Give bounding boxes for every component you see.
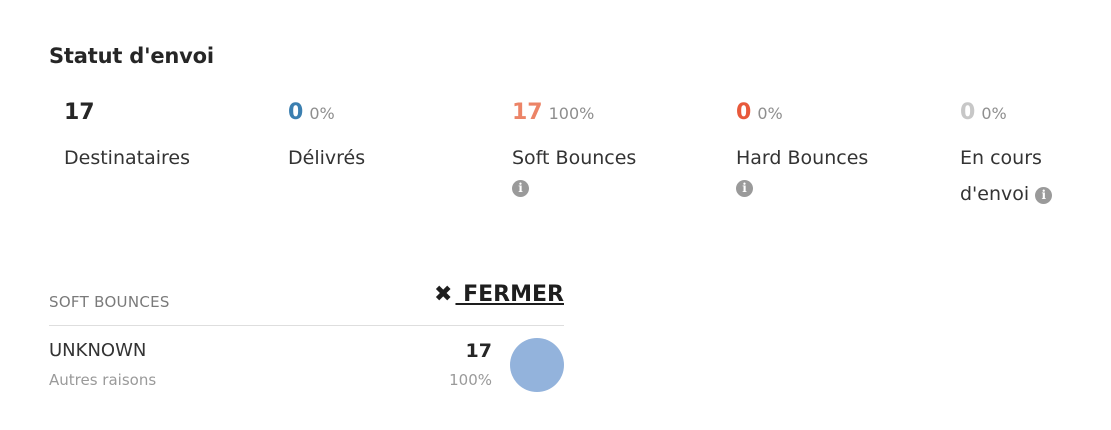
reason-name: UNKNOWN	[49, 340, 147, 361]
stat-soft-bounces[interactable]: 17 100% Soft Bounces i	[512, 100, 732, 197]
stat-value: 17	[512, 100, 543, 125]
reason-description: Autres raisons	[49, 371, 157, 389]
bounce-details-header: SOFT BOUNCES ✖ FERMER	[49, 282, 564, 326]
reason-color-dot	[510, 338, 564, 392]
stat-in-progress: 0 0% En cours d'envoi i	[960, 100, 1100, 212]
stat-value: 17	[64, 100, 95, 125]
reason-count: 17	[465, 340, 492, 362]
bounce-details-title: SOFT BOUNCES	[49, 293, 170, 311]
info-circle-icon[interactable]: i	[1035, 187, 1053, 204]
info-circle-icon[interactable]: i	[512, 180, 529, 197]
stat-value: 0	[960, 100, 976, 125]
stat-value: 0	[288, 100, 304, 125]
close-icon: ✖	[434, 282, 453, 307]
stat-label: Soft Bounces	[512, 147, 637, 169]
stat-percent: 100%	[548, 104, 595, 123]
stat-value: 0	[736, 100, 752, 125]
close-button[interactable]: ✖ FERMER	[434, 282, 564, 307]
close-label: FERMER	[455, 282, 564, 307]
stat-percent: 0%	[757, 104, 783, 123]
bounce-reason-row: UNKNOWN Autres raisons 17 100%	[49, 338, 564, 398]
stat-delivered: 0 0% Délivrés	[288, 100, 508, 176]
stat-recipients: 17 Destinataires	[64, 100, 284, 176]
sending-status-panel: Statut d'envoi 17 Destinataires 0 0% Dél…	[0, 0, 1111, 430]
stat-label-text: En cours d'envoi	[960, 147, 1042, 205]
info-circle-icon[interactable]: i	[736, 180, 753, 197]
stat-label: Hard Bounces	[736, 147, 869, 169]
stat-hard-bounces[interactable]: 0 0% Hard Bounces i	[736, 100, 956, 197]
stat-label: Délivrés	[288, 147, 366, 169]
stat-label: En cours d'envoi i	[960, 140, 1070, 212]
stat-percent: 0%	[981, 104, 1007, 123]
stat-label: Destinataires	[64, 147, 190, 169]
stat-percent: 0%	[309, 104, 335, 123]
stats-row: 17 Destinataires 0 0% Délivrés 17 100% S…	[0, 100, 1111, 220]
section-title: Statut d'envoi	[49, 44, 214, 68]
reason-percent: 100%	[449, 371, 492, 389]
